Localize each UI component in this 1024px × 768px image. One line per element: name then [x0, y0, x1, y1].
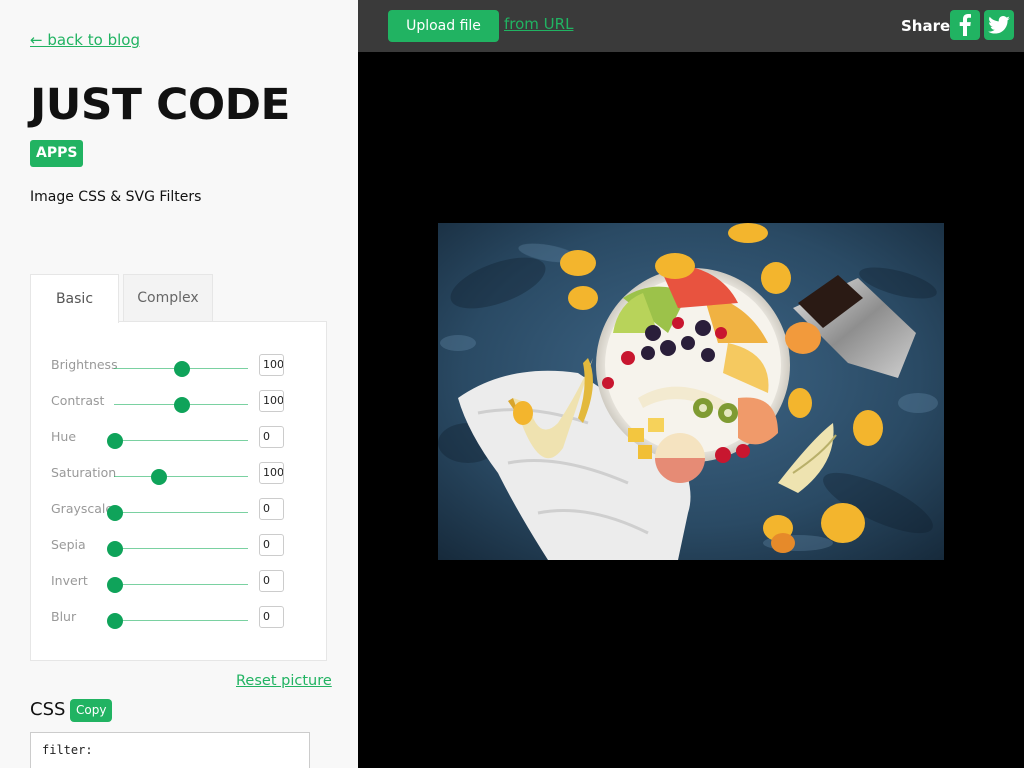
filter-row-hue: Hue 0 — [51, 426, 311, 450]
filter-value-input[interactable]: 0 — [259, 570, 284, 592]
filter-value-input[interactable]: 0 — [259, 534, 284, 556]
slider-track[interactable] — [114, 620, 248, 621]
slider-thumb[interactable] — [107, 505, 123, 521]
slider-thumb[interactable] — [174, 397, 190, 413]
filter-row-blur: Blur 0 — [51, 606, 311, 630]
filter-label: Saturation — [51, 465, 117, 480]
preview-image — [438, 223, 944, 560]
filter-row-brightness: Brightness 100 — [51, 354, 311, 378]
tab-basic[interactable]: Basic — [30, 274, 119, 323]
css-heading: CSS — [30, 699, 66, 720]
slider-track[interactable] — [114, 440, 248, 441]
slider-thumb[interactable] — [107, 577, 123, 593]
topbar: Upload file from URL Share: — [358, 0, 1024, 52]
filter-label: Sepia — [51, 537, 86, 552]
upload-file-button[interactable]: Upload file — [388, 10, 499, 42]
css-output-textarea[interactable]: filter: — [30, 732, 310, 768]
slider-track[interactable] — [114, 548, 248, 549]
slider-thumb[interactable] — [151, 469, 168, 485]
page-subtitle: Image CSS & SVG Filters — [30, 189, 202, 205]
filter-value-input[interactable]: 0 — [259, 426, 284, 448]
facebook-icon — [959, 14, 971, 36]
back-to-blog-link[interactable]: ← back to blog — [30, 31, 140, 49]
sidebar: ← back to blog JUST CODE APPS Image CSS … — [0, 0, 358, 768]
filter-label: Hue — [51, 429, 77, 444]
filter-row-saturation: Saturation 100 — [51, 462, 311, 486]
filter-label: Invert — [51, 573, 88, 588]
filter-row-invert: Invert 0 — [51, 570, 311, 594]
from-url-link[interactable]: from URL — [504, 15, 573, 33]
slider-thumb[interactable] — [107, 541, 123, 557]
filter-label: Grayscale — [51, 501, 114, 516]
apps-badge: APPS — [30, 140, 84, 167]
filter-value-input[interactable]: 100 — [259, 390, 284, 412]
filter-value-input[interactable]: 0 — [259, 498, 284, 520]
filter-value-input[interactable]: 0 — [259, 606, 284, 628]
slider-thumb[interactable] — [107, 433, 123, 449]
filter-value-input[interactable]: 100 — [259, 354, 284, 376]
filter-value-input[interactable]: 100 — [259, 462, 284, 484]
filter-row-grayscale: Grayscale 0 — [51, 498, 311, 522]
filter-row-contrast: Contrast 100 — [51, 390, 311, 414]
slider-track[interactable] — [114, 476, 248, 477]
facebook-share-button[interactable] — [950, 10, 980, 40]
tab-complex[interactable]: Complex — [123, 274, 213, 322]
filter-label: Brightness — [51, 357, 118, 372]
slider-thumb[interactable] — [107, 613, 123, 629]
twitter-icon — [988, 16, 1010, 34]
slider-track[interactable] — [114, 512, 248, 513]
slider-thumb[interactable] — [174, 361, 190, 377]
filter-panel: Brightness 100 Contrast 100 Hue 0 Satura… — [30, 321, 327, 661]
fruit-platter-image — [438, 223, 944, 560]
copy-button[interactable]: Copy — [70, 699, 113, 722]
filter-row-sepia: Sepia 0 — [51, 534, 311, 558]
logo: JUST CODE — [30, 80, 290, 130]
image-stage — [358, 52, 1024, 768]
reset-picture-link[interactable]: Reset picture — [236, 673, 332, 689]
twitter-share-button[interactable] — [984, 10, 1014, 40]
filter-label: Contrast — [51, 393, 105, 408]
slider-track[interactable] — [114, 584, 248, 585]
filter-label: Blur — [51, 609, 77, 624]
share-label: Share: — [901, 17, 957, 35]
